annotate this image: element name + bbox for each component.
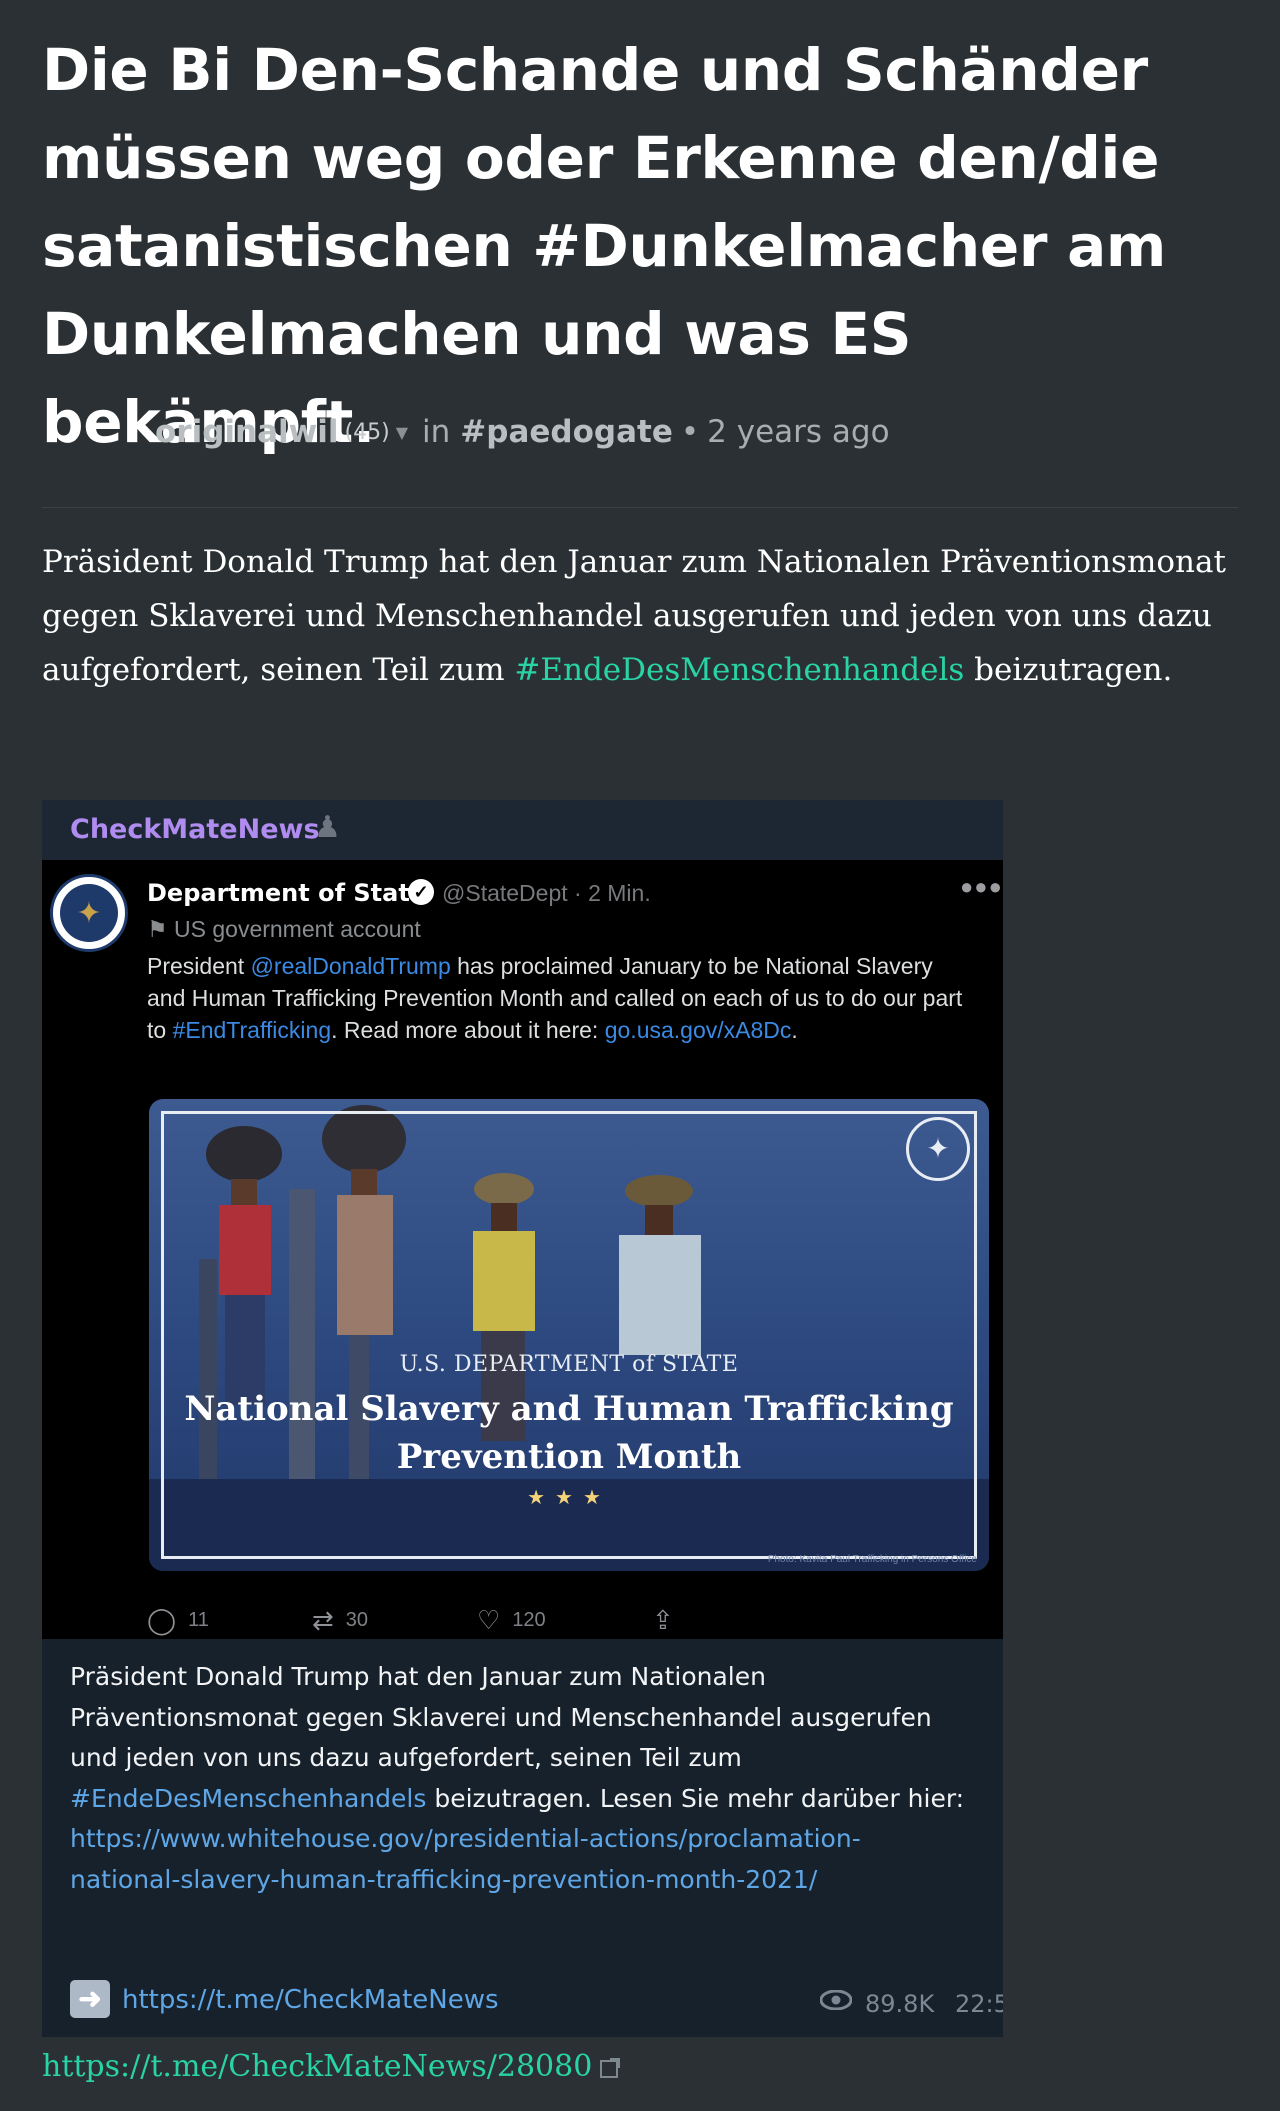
telegram-caption: Präsident Donald Trump hat den Januar zu… bbox=[70, 1657, 970, 1900]
tweet-mention: @realDonaldTrump bbox=[250, 953, 451, 979]
retweet-count: 30 bbox=[345, 1609, 369, 1631]
more-options-icon: ●●● bbox=[960, 874, 1003, 899]
divider bbox=[42, 507, 1238, 508]
chess-king-icon: ♟ bbox=[314, 811, 341, 844]
tweet-author-name: Department of State bbox=[147, 879, 427, 907]
caption-text-2: beizutragen. Lesen Sie mehr darüber hier… bbox=[426, 1783, 965, 1813]
government-account-label: ⚑ US government account bbox=[147, 912, 421, 946]
telegram-channel-link: https://t.me/CheckMateNews bbox=[122, 1985, 499, 2015]
source-link-text[interactable]: https://t.me/CheckMateNews/28080 bbox=[42, 2044, 592, 2090]
reply-count: 11 bbox=[188, 1609, 209, 1631]
image-credit: Photo: Kavita Paul Trafficking in Person… bbox=[767, 1554, 977, 1565]
tweet-screenshot: ✦ Department of State ✓ @StateDept · 2 M… bbox=[42, 860, 1003, 1639]
post-title: Die Bi Den-Schande und Schänder müssen w… bbox=[42, 36, 1167, 456]
tweet-handle: @StateDept · 2 Min. bbox=[442, 880, 651, 906]
reply-icon: ◯ bbox=[147, 1605, 177, 1635]
verified-badge-icon: ✓ bbox=[408, 879, 434, 905]
share-action: ⇪ bbox=[652, 1605, 686, 1636]
retweet-action: ⇄ 30 bbox=[312, 1605, 368, 1636]
author-reputation: (45) bbox=[344, 419, 390, 445]
tweet-text-4: . bbox=[791, 1017, 798, 1043]
reply-action: ◯ 11 bbox=[147, 1605, 209, 1636]
tweet-text: President @realDonaldTrump has proclaime… bbox=[147, 950, 967, 1046]
caption-link: https://www.whitehouse.gov/presidential-… bbox=[70, 1824, 861, 1894]
category-link[interactable]: #paedogate bbox=[460, 414, 673, 450]
post-body: Präsident Donald Trump hat den Januar zu… bbox=[42, 535, 1242, 697]
eye-icon bbox=[820, 1990, 852, 2010]
meta-separator: • bbox=[680, 414, 700, 450]
telegram-footer: ➜ https://t.me/CheckMateNews 89.8K 22:50 bbox=[70, 1978, 1003, 2022]
tweet-text-1: President bbox=[147, 953, 251, 979]
hashtag-link[interactable]: #EndeDesMenschenhandels bbox=[514, 652, 964, 688]
image-stars: ★★★ bbox=[527, 1487, 611, 1509]
like-action: ♡ 120 bbox=[477, 1605, 546, 1636]
government-account-text: US government account bbox=[174, 916, 421, 942]
telegram-header: CheckMateNews ♟ bbox=[42, 800, 1003, 860]
image-department-label: U.S. DEPARTMENT of STATE bbox=[399, 1352, 739, 1377]
in-label: in bbox=[422, 414, 451, 450]
post-meta: originalwil (45) ▼ in #paedogate • 2 yea… bbox=[155, 412, 890, 452]
post-age[interactable]: 2 years ago bbox=[707, 414, 889, 450]
tweet-link: go.usa.gov/xA8Dc bbox=[604, 1017, 792, 1043]
post-time: 22:50 bbox=[955, 1990, 1003, 2018]
tweet-text-3: . Read more about it here: bbox=[331, 1017, 605, 1043]
like-count: 120 bbox=[512, 1609, 546, 1631]
caption-hashtag: #EndeDesMenschenhandels bbox=[70, 1783, 427, 1813]
author-menu-caret-icon[interactable]: ▼ bbox=[396, 423, 408, 442]
external-link-icon bbox=[600, 2058, 621, 2078]
telegram-post-image: CheckMateNews ♟ ✦ Department of State ✓ … bbox=[42, 800, 1003, 2037]
share-icon: ⇪ bbox=[652, 1605, 674, 1635]
tweet-hashtag: #EndTrafficking bbox=[172, 1017, 332, 1043]
forward-arrow-icon: ➜ bbox=[70, 1980, 110, 2018]
caption-text-1: Präsident Donald Trump hat den Januar zu… bbox=[70, 1662, 932, 1772]
telegram-channel-name: CheckMateNews bbox=[70, 814, 320, 845]
tweet-actions: ◯ 11 ⇄ 30 ♡ 120 ⇪ bbox=[147, 1605, 977, 1639]
retweet-icon: ⇄ bbox=[312, 1605, 334, 1635]
flag-icon: ⚑ bbox=[147, 916, 175, 942]
heart-icon: ♡ bbox=[477, 1605, 501, 1635]
view-count: 89.8K bbox=[865, 1990, 935, 2018]
body-text-2: beizutragen. bbox=[964, 652, 1173, 688]
image-seal-icon: ✦ bbox=[906, 1117, 970, 1181]
source-link[interactable]: https://t.me/CheckMateNews/28080 bbox=[42, 2044, 621, 2090]
author-link[interactable]: originalwil bbox=[155, 414, 339, 450]
state-dept-avatar: ✦ bbox=[50, 874, 128, 952]
image-title: National Slavery and Human Trafficking P… bbox=[184, 1389, 954, 1477]
eagle-seal-icon: ✦ bbox=[60, 884, 118, 942]
tweet-media-image: ✦ U.S. DEPARTMENT of STATE National Slav… bbox=[149, 1099, 989, 1571]
